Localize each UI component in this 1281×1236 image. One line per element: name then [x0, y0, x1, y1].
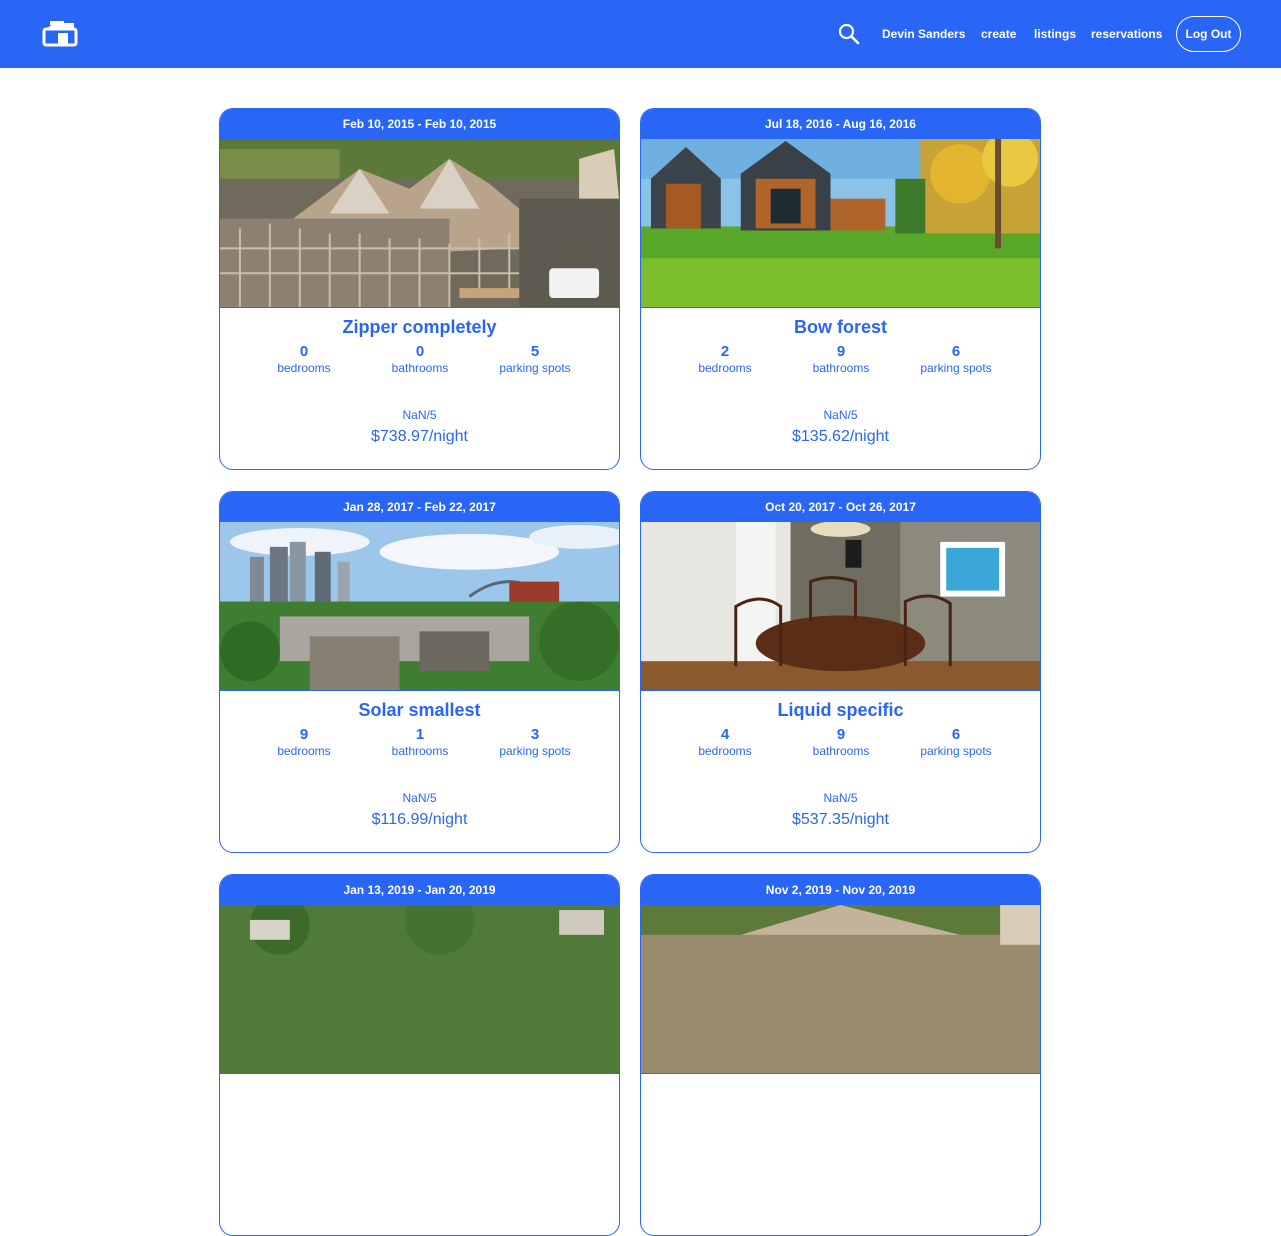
bedrooms-count: 2	[720, 343, 730, 360]
bathrooms-count: 0	[415, 343, 425, 360]
reservation-card[interactable]: Jan 28, 2017 - Feb 22, 2017 Solar smalle…	[219, 491, 620, 853]
bathrooms-stat: 9 bathrooms	[786, 726, 896, 758]
listing-photo	[641, 139, 1040, 308]
card-date-range: Jan 28, 2017 - Feb 22, 2017	[220, 492, 619, 522]
bedrooms-stat: 9 bedrooms	[249, 726, 359, 758]
reservation-card[interactable]: Jan 13, 2019 - Jan 20, 2019	[219, 874, 620, 1236]
parking-label: parking spots	[499, 361, 571, 375]
parking-stat: 5 parking spots	[480, 343, 590, 375]
listing-rating: NaN/5	[402, 408, 437, 422]
listing-stats: 0 bedrooms 0 bathrooms 5 parking spots	[220, 343, 619, 397]
reservation-card[interactable]: Feb 10, 2015 - Feb 10, 2015 Zipper compl…	[219, 108, 620, 470]
card-date-range: Jul 18, 2016 - Aug 16, 2016	[641, 109, 1040, 139]
bathrooms-stat: 9 bathrooms	[786, 343, 896, 375]
bedrooms-stat: 0 bedrooms	[249, 343, 359, 375]
parking-count: 5	[530, 343, 540, 360]
bathrooms-label: bathrooms	[812, 361, 870, 375]
parking-label: parking spots	[920, 744, 992, 758]
listing-rating: NaN/5	[823, 791, 858, 805]
parking-stat: 3 parking spots	[480, 726, 590, 758]
listing-stats: 2 bedrooms 9 bathrooms 6 parking spots	[641, 343, 1040, 397]
listing-title: Bow forest	[793, 317, 887, 337]
logout-button[interactable]: Log Out	[1176, 16, 1241, 52]
bedrooms-count: 0	[299, 343, 309, 360]
parking-count: 6	[951, 343, 961, 360]
bedrooms-stat: 2 bedrooms	[670, 343, 780, 375]
bathrooms-label: bathrooms	[391, 361, 449, 375]
parking-stat: 6 parking spots	[901, 343, 1011, 375]
card-date-range: Jan 13, 2019 - Jan 20, 2019	[220, 875, 619, 905]
bedrooms-label: bedrooms	[277, 744, 331, 758]
listing-price: $738.97/night	[371, 428, 468, 445]
bathrooms-stat: 0 bathrooms	[365, 343, 475, 375]
top-navbar: Devin Sanders create listings reservatio…	[0, 0, 1281, 68]
nav-user-name[interactable]: Devin Sanders	[882, 26, 965, 42]
bathrooms-label: bathrooms	[812, 744, 870, 758]
search-icon[interactable]	[838, 23, 860, 45]
listing-price: $537.35/night	[792, 811, 889, 828]
listing-rating: NaN/5	[823, 408, 858, 422]
bedrooms-stat: 4 bedrooms	[670, 726, 780, 758]
listing-price: $116.99/night	[371, 811, 468, 828]
bathrooms-count: 9	[836, 726, 846, 743]
listing-stats: 9 bedrooms 1 bathrooms 3 parking spots	[220, 726, 619, 780]
bathrooms-count: 9	[836, 343, 846, 360]
bedrooms-label: bedrooms	[277, 361, 331, 375]
listing-rating: NaN/5	[402, 791, 437, 805]
bedrooms-label: bedrooms	[698, 744, 752, 758]
parking-label: parking spots	[499, 744, 571, 758]
home-logo-icon[interactable]	[42, 19, 78, 47]
reservation-card[interactable]: Oct 20, 2017 - Oct 26, 2017 Liquid speci…	[640, 491, 1041, 853]
card-date-range: Feb 10, 2015 - Feb 10, 2015	[220, 109, 619, 139]
nav-create-link[interactable]: create	[981, 26, 1016, 42]
bathrooms-label: bathrooms	[391, 744, 449, 758]
listing-photo	[220, 139, 619, 308]
parking-label: parking spots	[920, 361, 992, 375]
listing-title: Liquid specific	[777, 700, 904, 720]
listing-title: Solar smallest	[358, 700, 481, 720]
parking-stat: 6 parking spots	[901, 726, 1011, 758]
bedrooms-count: 9	[299, 726, 309, 743]
listing-photo	[641, 905, 1040, 1074]
listing-photo	[220, 905, 619, 1074]
listing-photo	[641, 522, 1040, 691]
bedrooms-count: 4	[720, 726, 730, 743]
listing-price: $135.62/night	[792, 428, 889, 445]
card-date-range: Oct 20, 2017 - Oct 26, 2017	[641, 492, 1040, 522]
listing-photo	[220, 522, 619, 691]
bedrooms-label: bedrooms	[698, 361, 752, 375]
nav-listings-link[interactable]: listings	[1034, 26, 1076, 42]
parking-count: 6	[951, 726, 961, 743]
listing-title: Zipper completely	[342, 317, 497, 337]
parking-count: 3	[530, 726, 540, 743]
bathrooms-count: 1	[415, 726, 425, 743]
reservation-card[interactable]: Nov 2, 2019 - Nov 20, 2019	[640, 874, 1041, 1236]
listing-stats: 4 bedrooms 9 bathrooms 6 parking spots	[641, 726, 1040, 780]
bathrooms-stat: 1 bathrooms	[365, 726, 475, 758]
nav-reservations-link[interactable]: reservations	[1091, 26, 1162, 42]
reservation-card[interactable]: Jul 18, 2016 - Aug 16, 2016 Bow forest 2…	[640, 108, 1041, 470]
card-date-range: Nov 2, 2019 - Nov 20, 2019	[641, 875, 1040, 905]
